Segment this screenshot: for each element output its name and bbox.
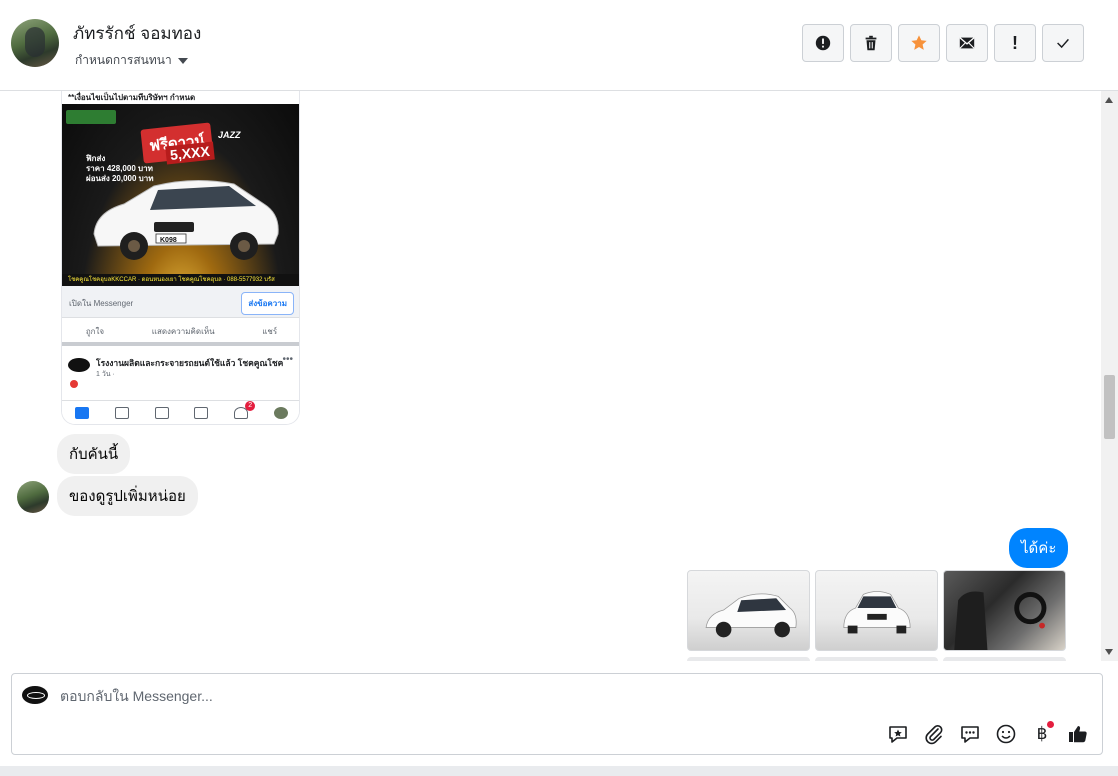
reply-composer: ฿ xyxy=(11,673,1103,755)
star-button[interactable] xyxy=(898,24,940,62)
dealer-logo xyxy=(66,110,116,124)
contact-avatar-small[interactable] xyxy=(17,481,49,513)
car-image: K098 xyxy=(93,179,279,260)
photo-attachment[interactable] xyxy=(687,570,810,651)
pin-icon xyxy=(70,380,78,388)
photo-attachment[interactable] xyxy=(943,570,1066,651)
attach-button[interactable] xyxy=(922,722,946,746)
thumbs-up-icon xyxy=(1069,726,1087,743)
payment-button[interactable]: ฿ xyxy=(1030,721,1054,746)
saved-reply-icon xyxy=(889,726,907,743)
page-avatar xyxy=(22,686,48,704)
scroll-down-arrow[interactable] xyxy=(1105,649,1113,655)
license-plate: K098 xyxy=(160,237,177,244)
shared-image[interactable]: **เงื่อนไขเป็นไปตามทีบริษัทฯ กำหนด ฟรีดา… xyxy=(61,91,300,425)
car-photo xyxy=(843,591,911,634)
friends-icon xyxy=(114,406,129,419)
composer-tools: ฿ xyxy=(886,721,1090,746)
mark-spam-button[interactable] xyxy=(802,24,844,62)
check-icon xyxy=(1057,38,1069,49)
outgoing-message[interactable]: ได้ค่ะ xyxy=(1009,528,1069,568)
home-icon xyxy=(74,406,89,419)
page-footer-strip xyxy=(0,766,1118,776)
quick-reply-button[interactable] xyxy=(958,722,982,746)
emoji-button[interactable] xyxy=(994,722,1018,746)
reply-input[interactable] xyxy=(60,686,960,706)
next-post-preview: โรงงานผลิตและกระจายรถยนต์ใช้แล้ว โชคคูณโ… xyxy=(62,350,299,400)
car-photo xyxy=(705,593,797,638)
comment-label: แสดงความคิดเห็น xyxy=(151,327,215,336)
thread-actions: ! xyxy=(802,24,1084,62)
watch-icon xyxy=(154,406,169,419)
star-icon xyxy=(911,35,927,50)
paperclip-icon xyxy=(925,725,943,745)
fb-tab-bar xyxy=(62,400,299,424)
messenger-cta-row: เปิดใน Messenger ส่งข้อความ xyxy=(62,286,299,318)
page-avatar xyxy=(68,358,90,372)
contact-name[interactable]: ภัทรรักช์ จอมทอง xyxy=(73,20,201,47)
like-label: ถูกใจ xyxy=(85,327,105,336)
free-down-amount: 5,XXX xyxy=(165,141,215,165)
post-reactions-row: ถูกใจ แสดงความคิดเห็น แชร์ xyxy=(62,321,299,346)
profile-icon xyxy=(274,406,289,419)
message-list[interactable]: **เงื่อนไขเป็นไปตามทีบริษัทฯ กำหนด ฟรีดา… xyxy=(0,91,1118,661)
like-button[interactable] xyxy=(1066,722,1090,746)
share-label: แชร์ xyxy=(262,327,278,336)
ad-contact-strip: โชคคูณโชคอุบลKKCCAR · ดอนหนองเยา โชคคูณโ… xyxy=(62,274,299,286)
incoming-message[interactable]: ของดูรูปเพิ่มหน่อย xyxy=(57,476,198,516)
envelope-icon xyxy=(959,37,975,49)
chat-bubbles-icon xyxy=(961,726,979,743)
assign-label: กำหนดการสนทนา xyxy=(75,53,172,67)
price-line: ฟิกส่ง xyxy=(86,154,106,163)
inbox-thread: ภัทรรักช์ จอมทอง กำหนดการสนทนา ! **เงื่อ… xyxy=(0,0,1118,776)
post-time: 1 วัน · xyxy=(96,371,115,378)
send-message-button: ส่งข้อความ xyxy=(241,292,294,315)
photo-attachment[interactable] xyxy=(815,570,938,651)
more-icon: ••• xyxy=(282,354,293,365)
interior-photo xyxy=(954,591,1047,650)
photo-attachment[interactable] xyxy=(815,657,938,661)
follow-up-button[interactable]: ! xyxy=(994,24,1036,62)
mark-done-button[interactable] xyxy=(1042,24,1084,62)
car-ad-banner: ฟรีดาวน์ 5,XXX ฟิกส่ง ราคา 428,000 บาท ผ… xyxy=(62,104,299,286)
exclamation-icon: ! xyxy=(1012,32,1018,53)
incoming-message[interactable]: กับคันนี้ xyxy=(57,434,131,474)
thread-header: ภัทรรักช์ จอมทอง กำหนดการสนทนา ! xyxy=(0,0,1118,91)
photo-attachment[interactable] xyxy=(687,657,810,661)
saved-reply-button[interactable] xyxy=(886,722,910,746)
photo-attachment[interactable] xyxy=(943,657,1066,661)
post-title: โรงงานผลิตและกระจายรถยนต์ใช้แล้ว โชคคูณโ… xyxy=(96,358,284,368)
open-in-messenger-text: เปิดใน Messenger xyxy=(69,299,134,308)
image-note-text: **เงื่อนไขเป็นไปตามทีบริษัทฯ กำหนด xyxy=(68,93,196,102)
scrollbar[interactable] xyxy=(1101,91,1118,661)
alert-circle-icon xyxy=(815,35,831,51)
notifications-icon xyxy=(234,400,256,419)
scrollbar-thumb[interactable] xyxy=(1104,375,1115,439)
caret-down-icon xyxy=(177,58,188,64)
contact-avatar[interactable] xyxy=(11,19,59,67)
trash-icon xyxy=(865,35,877,51)
mark-unread-button[interactable] xyxy=(946,24,988,62)
notification-dot xyxy=(1047,721,1054,728)
baht-icon: ฿ xyxy=(1036,724,1048,743)
marketplace-icon xyxy=(194,406,209,419)
smiley-icon xyxy=(996,724,1016,744)
scroll-up-arrow[interactable] xyxy=(1105,97,1113,103)
car-model-logo: JAZZ xyxy=(218,130,241,140)
delete-button[interactable] xyxy=(850,24,892,62)
assign-conversation-dropdown[interactable]: กำหนดการสนทนา xyxy=(75,51,188,70)
